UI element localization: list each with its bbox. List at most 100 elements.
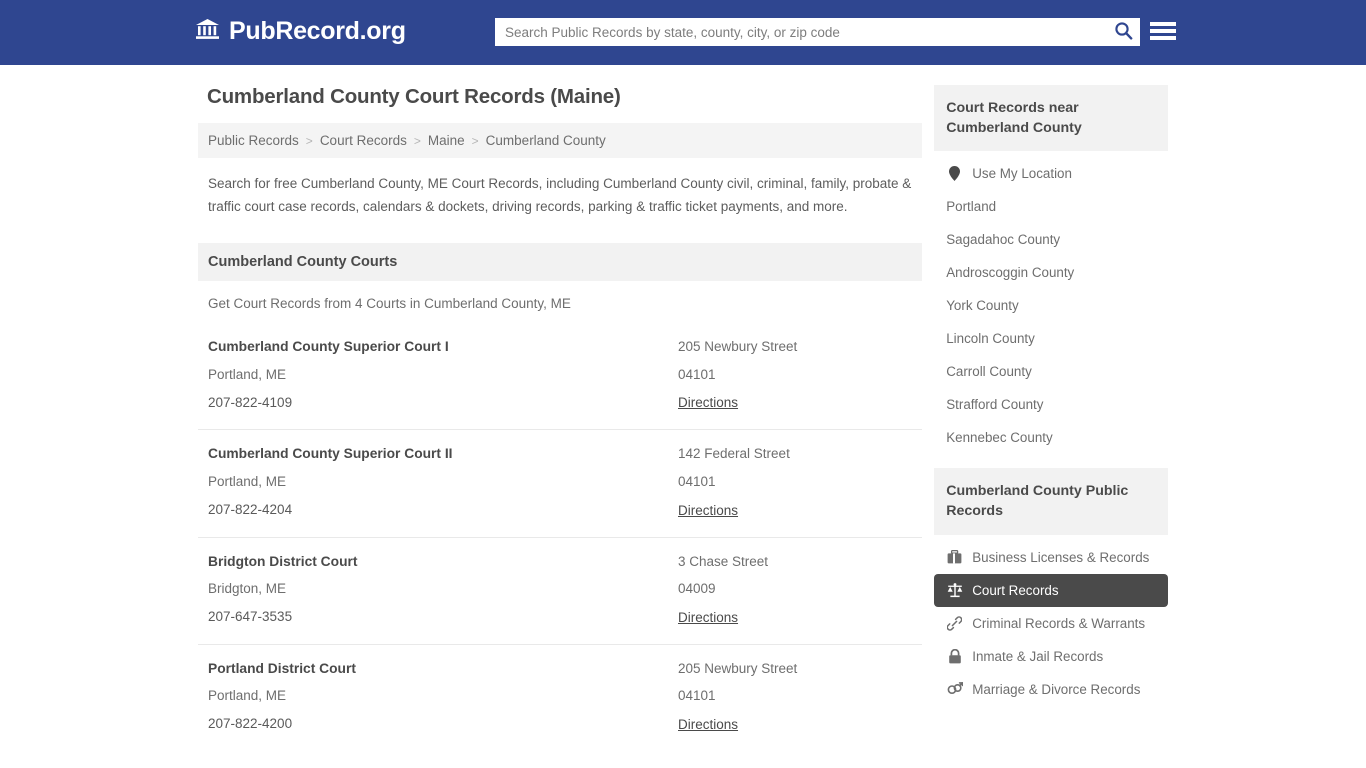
- court-city: Portland, ME: [208, 367, 287, 383]
- menu-bar: [1150, 22, 1176, 26]
- brand-name: PubRecord.org: [229, 17, 406, 45]
- sidebar-item-label: Use My Location: [972, 166, 1072, 182]
- sidebar-item-business-licenses[interactable]: Business Licenses & Records: [934, 541, 1168, 574]
- page-body: Cumberland County Court Records (Maine) …: [0, 65, 1366, 768]
- court-phone[interactable]: 207-822-4200: [208, 716, 678, 732]
- courts-section-subtitle: Get Court Records from 4 Courts in Cumbe…: [208, 296, 571, 312]
- sidebar-item-label: Court Records: [972, 582, 1059, 598]
- court-phone[interactable]: 207-822-4204: [208, 502, 678, 518]
- table-row: Cumberland County Superior Court I Portl…: [198, 323, 923, 431]
- court-zip: 04101: [678, 473, 716, 489]
- sidebar-item-label: Sagadahoc County: [946, 232, 1061, 248]
- search-button[interactable]: [1106, 18, 1140, 46]
- sidebar-item-use-my-location[interactable]: Use My Location: [934, 157, 1168, 190]
- breadcrumb-item-public-records[interactable]: Public Records: [208, 133, 299, 148]
- sidebar-item-label: Criminal Records & Warrants: [972, 615, 1146, 631]
- link-chain-icon: [946, 615, 963, 631]
- court-street: 205 Newbury Street: [678, 660, 798, 676]
- sidebar-item-portland[interactable]: Portland: [934, 190, 1168, 223]
- court-name: Cumberland County Superior Court II: [208, 446, 453, 462]
- court-city: Bridgton, ME: [208, 581, 287, 597]
- public-records-panel-list: Business Licenses & Records Court Record…: [934, 535, 1168, 706]
- sidebar-item-label: Androscoggin County: [946, 265, 1075, 281]
- breadcrumb-separator: >: [305, 133, 313, 148]
- directions-link[interactable]: Directions: [678, 395, 738, 410]
- sidebar-item-criminal-records[interactable]: Criminal Records & Warrants: [934, 607, 1168, 640]
- public-records-panel: Cumberland County Public Records Busines…: [934, 468, 1168, 705]
- sidebar-item-marriage-divorce-records[interactable]: Marriage & Divorce Records: [934, 673, 1168, 706]
- court-city: Portland, ME: [208, 474, 287, 490]
- sidebar-item-label: Marriage & Divorce Records: [972, 681, 1141, 697]
- court-info-right: 205 Newbury Street 04101 Directions: [678, 661, 912, 734]
- court-info-right: 205 Newbury Street 04101 Directions: [678, 339, 912, 412]
- nearby-panel-title: Court Records near Cumberland County: [946, 100, 1082, 137]
- sidebar-item-york-county[interactable]: York County: [934, 289, 1168, 322]
- court-info-left: Cumberland County Superior Court I Portl…: [208, 339, 678, 412]
- sidebar-item-kennebec-county[interactable]: Kennebec County: [934, 421, 1168, 454]
- sidebar-item-label: Portland: [946, 199, 997, 215]
- sidebar-item-inmate-jail-records[interactable]: Inmate & Jail Records: [934, 640, 1168, 673]
- search-icon: [1114, 21, 1133, 43]
- sidebar-item-androscoggin-county[interactable]: Androscoggin County: [934, 256, 1168, 289]
- court-phone[interactable]: 207-822-4109: [208, 395, 678, 411]
- table-row: Bridgton District Court Bridgton, ME 207…: [198, 538, 923, 645]
- courts-section-title: Cumberland County Courts: [208, 254, 398, 271]
- breadcrumb-item-court-records[interactable]: Court Records: [320, 133, 407, 148]
- sidebar-item-label: Business Licenses & Records: [972, 549, 1150, 565]
- site-logo[interactable]: PubRecord.org: [195, 17, 406, 46]
- sidebar-item-label: Lincoln County: [946, 331, 1035, 347]
- court-name: Bridgton District Court: [208, 553, 358, 569]
- bank-building-icon: [195, 17, 220, 46]
- page-title: Cumberland County Court Records (Maine): [207, 85, 621, 108]
- court-info-left: Portland District Court Portland, ME 207…: [208, 661, 678, 734]
- sidebar: Court Records near Cumberland County Use…: [934, 85, 1168, 720]
- breadcrumb-item-cumberland-county[interactable]: Cumberland County: [486, 133, 606, 148]
- sidebar-item-strafford-county[interactable]: Strafford County: [934, 388, 1168, 421]
- table-row: Cumberland County Superior Court II Port…: [198, 430, 923, 538]
- directions-link[interactable]: Directions: [678, 717, 738, 732]
- sidebar-item-label: Kennebec County: [946, 430, 1053, 446]
- public-records-panel-title: Cumberland County Public Records: [946, 483, 1129, 520]
- site-header: PubRecord.org: [0, 0, 1366, 65]
- sidebar-item-label: Strafford County: [946, 397, 1044, 413]
- breadcrumb-item-maine[interactable]: Maine: [428, 133, 465, 148]
- gender-symbols-icon: [946, 682, 963, 696]
- court-list: Cumberland County Superior Court I Portl…: [198, 323, 923, 750]
- nearby-panel-list: Use My Location Portland Sagadahoc Count…: [934, 151, 1168, 454]
- menu-bar: [1150, 36, 1176, 40]
- court-name: Cumberland County Superior Court I: [208, 339, 449, 355]
- page-description: Search for free Cumberland County, ME Co…: [208, 176, 912, 215]
- court-zip: 04101: [678, 688, 716, 704]
- hamburger-menu-icon[interactable]: [1150, 20, 1176, 42]
- court-info-left: Bridgton District Court Bridgton, ME 207…: [208, 554, 678, 627]
- nearby-records-panel: Court Records near Cumberland County Use…: [934, 85, 1168, 454]
- court-zip: 04009: [678, 581, 716, 597]
- courts-section-header: Cumberland County Courts: [198, 243, 923, 282]
- search-input[interactable]: [495, 18, 1106, 46]
- main-column: Cumberland County Court Records (Maine) …: [198, 85, 923, 768]
- court-info-left: Cumberland County Superior Court II Port…: [208, 446, 678, 519]
- sidebar-item-lincoln-county[interactable]: Lincoln County: [934, 322, 1168, 355]
- nearby-panel-header: Court Records near Cumberland County: [934, 85, 1168, 152]
- court-phone[interactable]: 207-647-3535: [208, 609, 678, 625]
- padlock-icon: [946, 648, 963, 664]
- court-info-right: 3 Chase Street 04009 Directions: [678, 554, 912, 627]
- briefcase-icon: [946, 550, 963, 564]
- sidebar-item-sagadahoc-county[interactable]: Sagadahoc County: [934, 223, 1168, 256]
- breadcrumb: Public Records > Court Records > Maine >…: [198, 123, 923, 158]
- menu-bar: [1150, 29, 1176, 33]
- court-zip: 04101: [678, 366, 716, 382]
- sidebar-item-court-records[interactable]: Court Records: [934, 573, 1168, 607]
- sidebar-item-carroll-county[interactable]: Carroll County: [934, 355, 1168, 388]
- court-name: Portland District Court: [208, 660, 356, 676]
- directions-link[interactable]: Directions: [678, 503, 738, 518]
- court-info-right: 142 Federal Street 04101 Directions: [678, 446, 912, 519]
- court-street: 205 Newbury Street: [678, 339, 798, 355]
- breadcrumb-separator: >: [413, 133, 421, 148]
- directions-link[interactable]: Directions: [678, 610, 738, 625]
- court-street: 3 Chase Street: [678, 553, 769, 569]
- sidebar-item-label: Carroll County: [946, 364, 1032, 380]
- sidebar-item-label: York County: [946, 298, 1019, 314]
- scales-of-justice-icon: [946, 582, 963, 598]
- search-bar: [495, 18, 1140, 46]
